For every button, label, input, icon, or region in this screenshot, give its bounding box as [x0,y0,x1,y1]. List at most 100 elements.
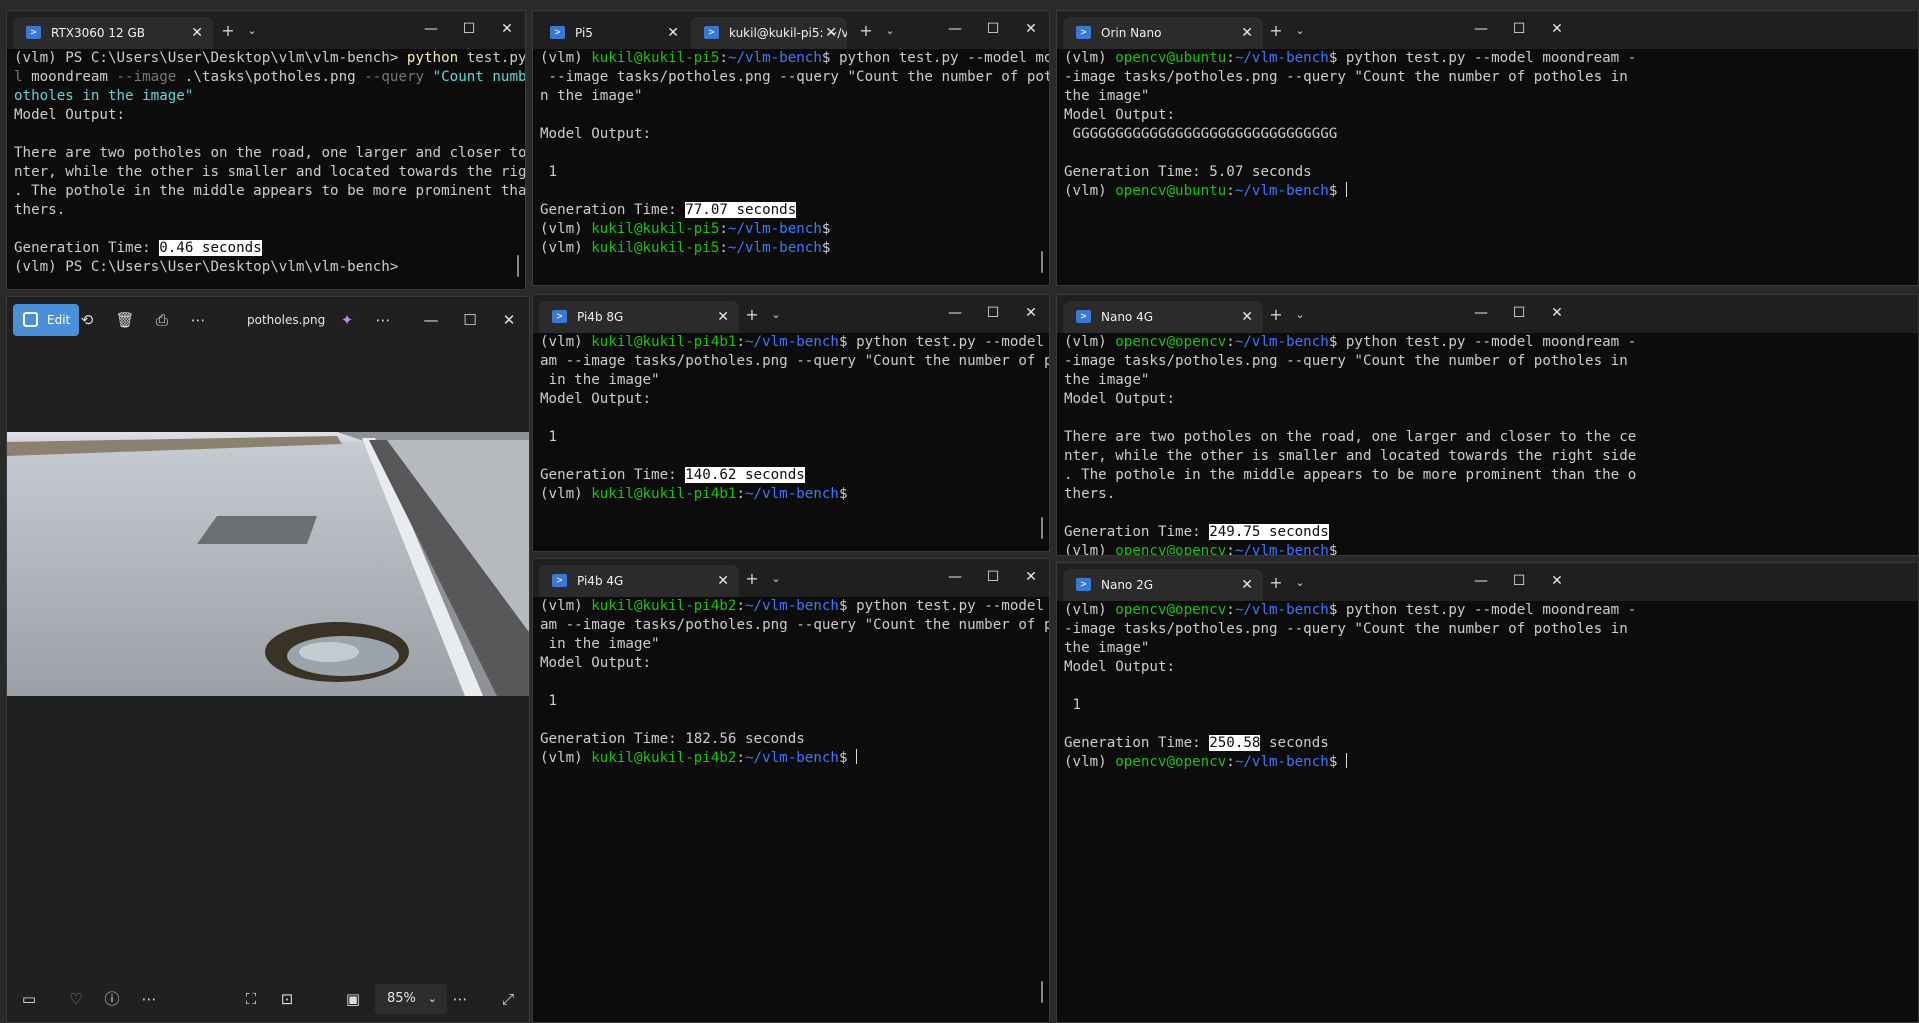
more-options-icon[interactable]: ⋯ [445,984,475,1014]
terminal-text: (vlm) [540,50,592,66]
maximize-button[interactable]: ☐ [455,17,483,41]
new-tab-button[interactable]: + [1265,19,1287,43]
close-window-button[interactable]: ✕ [1543,17,1571,41]
maximize-button[interactable]: ☐ [1505,569,1533,593]
minimize-button[interactable]: — [941,17,969,41]
actual-size-icon[interactable]: ▣ [338,984,368,1014]
close-window-button[interactable]: ✕ [1017,565,1045,589]
maximize-button[interactable]: ☐ [979,565,1007,589]
terminal-output[interactable]: (vlm) PS C:\Users\User\Desktop\vlm\vlm-b… [14,49,525,289]
close-window-button[interactable]: ✕ [1017,301,1045,325]
new-tab-button[interactable]: + [217,19,239,43]
scrollbar[interactable] [1041,981,1043,1003]
edit-button[interactable]: Edit [13,304,79,336]
close-tab-icon[interactable]: ✕ [825,17,837,49]
close-window-button[interactable]: ✕ [1017,17,1045,41]
tab-pi5[interactable]: > Pi5 ✕ [537,17,689,49]
new-tab-button[interactable]: + [855,19,877,43]
tab-label: Pi4b 4G [577,574,624,588]
terminal-output[interactable]: (vlm) kukil@kukil-pi4b2:~/vlm-bench$ pyt… [540,597,1049,1022]
minimize-button[interactable]: — [416,305,446,335]
terminal-output[interactable]: (vlm) kukil@kukil-pi5:~/vlm-bench$ pytho… [540,49,1049,285]
close-tab-icon[interactable]: ✕ [191,17,203,49]
tab-dropdown-chevron-icon[interactable]: ⌄ [1289,571,1311,595]
terminal-line: (vlm) kukil@kukil-pi4b1:~/vlm-bench$ pyt… [540,333,1044,352]
close-tab-icon[interactable]: ✕ [1241,17,1253,49]
tab-dropdown-chevron-icon[interactable]: ⌄ [241,19,263,43]
cursor [1345,182,1347,197]
tab-dropdown-chevron-icon[interactable]: ⌄ [765,303,787,327]
new-tab-button[interactable]: + [741,567,763,591]
minimize-button[interactable]: — [941,301,969,325]
minimize-button[interactable]: — [417,17,445,41]
terminal-text: opencv@opencv [1115,543,1227,556]
close-tab-icon[interactable]: ✕ [1241,301,1253,333]
close-tab-icon[interactable]: ✕ [717,565,729,597]
maximize-button[interactable]: ☐ [455,305,485,335]
tab-orin-nano[interactable]: > Orin Nano ✕ [1063,17,1263,49]
more-options-icon[interactable]: ⋯ [134,984,164,1014]
new-tab-button[interactable]: + [741,303,763,327]
tab-dropdown-chevron-icon[interactable]: ⌄ [1289,19,1311,43]
more-options-icon[interactable]: ⋯ [368,305,398,335]
terminal-text: -image tasks/potholes.png --query "Count… [1064,621,1628,637]
terminal-line: thers. [1064,485,1908,504]
terminal-output[interactable]: (vlm) opencv@opencv:~/vlm-bench$ python … [1064,601,1908,1022]
close-window-button[interactable]: ✕ [1543,569,1571,593]
minimize-button[interactable]: — [1467,569,1495,593]
terminal-line: in the image" [540,371,1039,390]
minimize-button[interactable]: — [1467,17,1495,41]
more-options-icon[interactable]: ⋯ [183,305,213,335]
terminal-line: (vlm) opencv@opencv:~/vlm-bench$ python … [1064,601,1908,620]
tab-rtx3060[interactable]: > RTX3060 12 GB ✕ [13,17,213,49]
scrollbar[interactable] [1041,517,1043,539]
close-window-button[interactable]: ✕ [494,305,524,335]
tab-kukil-pi5[interactable]: > kukil@kukil-pi5: ~/vl ✕ [691,17,847,49]
rotate-icon[interactable]: ⟲ [72,305,102,335]
tab-dropdown-chevron-icon[interactable]: ⌄ [1289,303,1311,327]
info-icon[interactable]: ⓘ [97,984,127,1014]
maximize-button[interactable]: ☐ [1505,17,1533,41]
terminal-output[interactable]: (vlm) opencv@opencv:~/vlm-bench$ python … [1064,333,1908,555]
maximize-button[interactable]: ☐ [1505,301,1533,325]
tab-pi4b-8g[interactable]: > Pi4b 8G ✕ [539,301,739,333]
scrollbar[interactable] [1041,251,1043,273]
terminal-text: $ [838,486,848,502]
terminal-text: (vlm) [540,750,592,766]
terminal-text: $ python test.py --model moondream - [1328,334,1637,350]
text-scan-icon[interactable]: ⊡ [272,984,302,1014]
terminal-output[interactable]: (vlm) kukil@kukil-pi4b1:~/vlm-bench$ pyt… [540,333,1049,551]
tab-dropdown-chevron-icon[interactable]: ⌄ [765,567,787,591]
terminal-line: otholes in the image" [14,87,515,106]
close-window-button[interactable]: ✕ [1543,301,1571,325]
terminal-text: ~/vlm-bench [1234,543,1329,556]
delete-icon[interactable]: 🗑 [110,305,140,335]
terminal-window-pi4b-8g: > Pi4b 8G ✕ + ⌄ — ☐ ✕ (vlm) kukil@kukil-… [532,294,1050,552]
fullscreen-icon[interactable]: ⤢ [493,984,523,1014]
tab-pi4b-4g[interactable]: > Pi4b 4G ✕ [539,565,739,597]
close-window-button[interactable]: ✕ [493,17,521,41]
new-tab-button[interactable]: + [1265,571,1287,595]
close-tab-icon[interactable]: ✕ [717,301,729,333]
close-tab-icon[interactable]: ✕ [1241,569,1253,601]
minimize-button[interactable]: — [941,565,969,589]
select-region-icon[interactable]: ⛶ [236,984,266,1014]
powershell-icon: > [704,26,719,39]
tab-nano-4g[interactable]: > Nano 4G ✕ [1063,301,1263,333]
print-icon[interactable]: ⎙ [147,305,177,335]
maximize-button[interactable]: ☐ [979,301,1007,325]
close-tab-icon[interactable]: ✕ [667,17,679,49]
scrollbar[interactable] [517,255,519,277]
zoom-select[interactable]: 85% ⌄ [375,984,447,1014]
filmstrip-icon[interactable]: ▭ [14,984,44,1014]
copilot-icon[interactable]: ✦ [332,305,362,335]
tab-dropdown-chevron-icon[interactable]: ⌄ [879,19,901,43]
minimize-button[interactable]: — [1467,301,1495,325]
tab-nano-2g[interactable]: > Nano 2G ✕ [1063,569,1263,601]
new-tab-button[interactable]: + [1265,303,1287,327]
maximize-button[interactable]: ☐ [979,17,1007,41]
terminal-text: ~/vlm-bench [745,598,839,614]
terminal-output[interactable]: (vlm) opencv@ubuntu:~/vlm-bench$ python … [1064,49,1908,285]
favorite-heart-icon[interactable]: ♡ [61,984,91,1014]
